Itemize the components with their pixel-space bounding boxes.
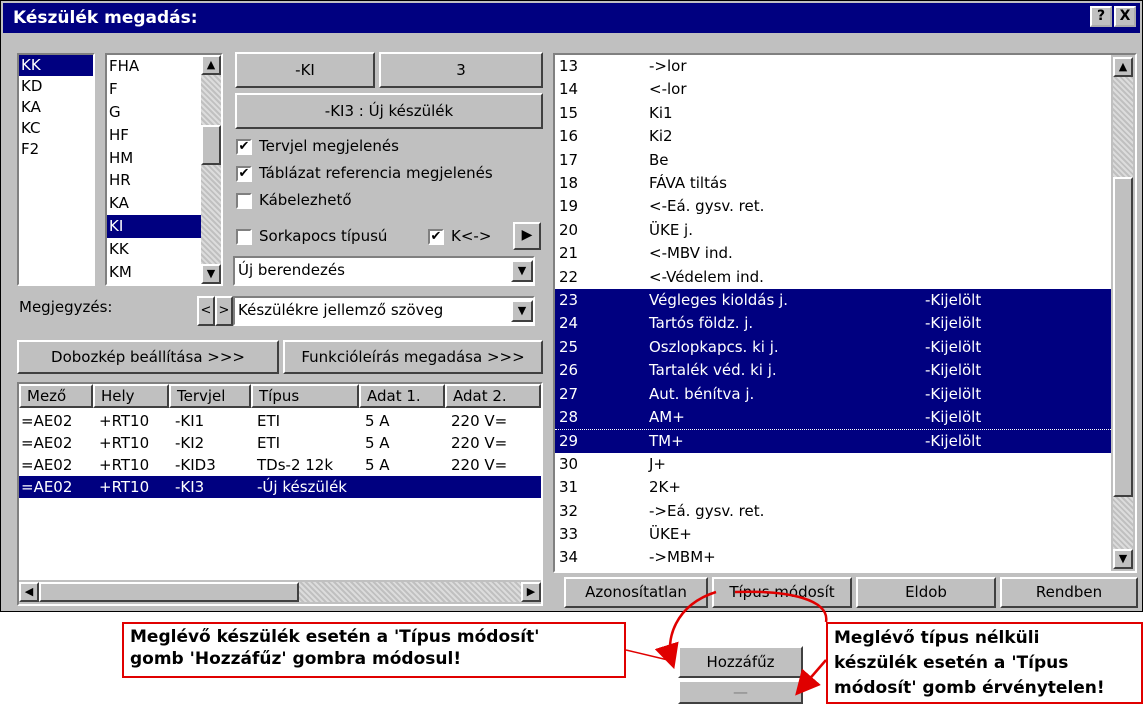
arrow-curve-left [654, 590, 717, 670]
arrow-pointer-right [795, 659, 827, 696]
arrow-pointer-left [625, 649, 669, 661]
annotation-arrows [625, 590, 828, 696]
arrow-curve-right [734, 590, 828, 623]
